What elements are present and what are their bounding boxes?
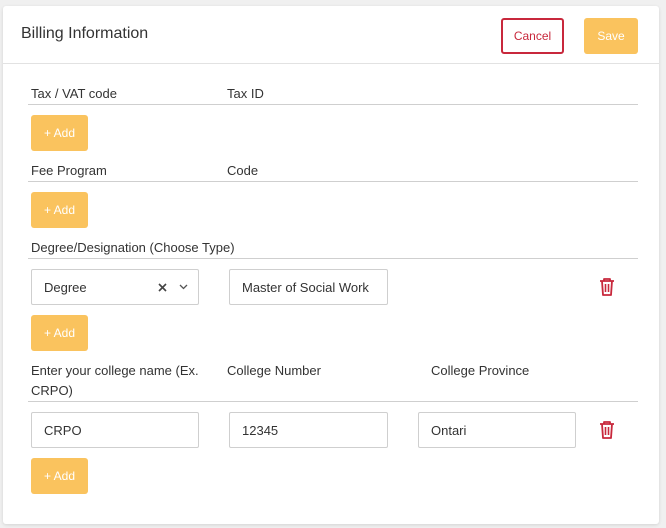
college-province-value: Ontari (431, 422, 467, 438)
add-fee-button[interactable]: + Add (31, 192, 88, 228)
add-degree-button[interactable]: + Add (31, 315, 88, 351)
divider (28, 104, 638, 105)
code-column-label: Code (227, 163, 259, 178)
tax-id-column-label: Tax ID (227, 86, 264, 101)
tax-code-column-label: Tax / VAT code (31, 86, 117, 101)
divider (28, 181, 638, 182)
add-tax-button[interactable]: + Add (31, 115, 88, 151)
college-number-value: 12345 (242, 422, 279, 438)
fee-program-column-label: Fee Program (31, 163, 107, 178)
college-number-input[interactable]: 12345 (229, 412, 388, 448)
designation-value: Master of Social Work (242, 279, 369, 295)
divider (28, 258, 638, 259)
designation-input[interactable]: Master of Social Work (229, 269, 388, 305)
college-province-column-label: College Province (431, 363, 530, 378)
page-title: Billing Information (21, 25, 149, 42)
billing-card: Billing Information Cancel Save Tax / VA… (3, 6, 659, 524)
college-number-column-label: College Number (227, 363, 321, 378)
chevron-down-icon[interactable] (179, 284, 188, 290)
college-name-column-label: Enter your college name (Ex. CRPO) (31, 361, 199, 401)
college-name-label-line1: Enter your college name (Ex. (31, 363, 199, 378)
trash-icon[interactable] (598, 420, 616, 440)
divider (28, 401, 638, 402)
clear-icon[interactable] (158, 282, 167, 292)
college-name-value: CRPO (44, 422, 82, 438)
college-province-input[interactable]: Ontari (418, 412, 576, 448)
degree-type-select[interactable]: Degree (31, 269, 199, 305)
add-college-button[interactable]: + Add (31, 458, 88, 494)
college-name-label-line2: CRPO) (31, 383, 73, 398)
cancel-button[interactable]: Cancel (501, 18, 564, 54)
degree-section-label: Degree/Designation (Choose Type) (31, 240, 235, 255)
trash-icon[interactable] (598, 277, 616, 297)
degree-type-value: Degree (44, 279, 87, 295)
save-button[interactable]: Save (584, 18, 638, 54)
college-name-input[interactable]: CRPO (31, 412, 199, 448)
card-header: Billing Information Cancel Save (3, 6, 659, 64)
